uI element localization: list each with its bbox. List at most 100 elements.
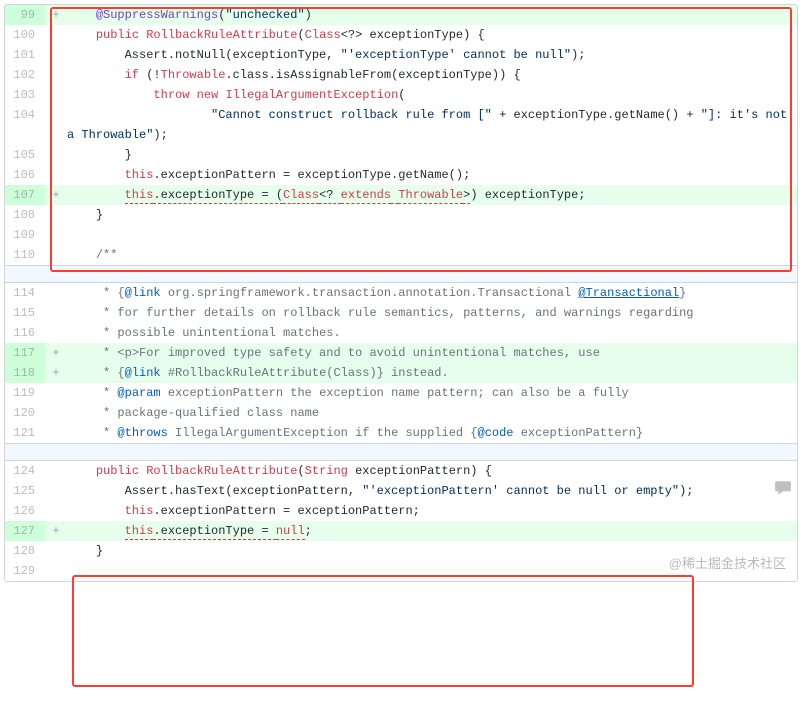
line-code[interactable]: * {@link org.springframework.transaction… [67, 283, 797, 303]
line-code[interactable]: * package-qualified class name [67, 403, 797, 423]
token-string: "Cannot construct rollback rule from [" [211, 108, 492, 122]
diff-marker [45, 65, 67, 85]
token-text: Assert.hasText(exceptionPattern, [125, 484, 363, 498]
token-comment: #RollbackRuleAttribute(Class)} instead. [161, 366, 449, 380]
line-code[interactable]: this.exceptionType = (Class<? extends Th… [67, 185, 797, 205]
line-number[interactable]: 127 [5, 521, 45, 541]
line-number[interactable]: 100 [5, 25, 45, 45]
line-number[interactable]: 115 [5, 303, 45, 323]
line-code[interactable]: } [67, 205, 797, 225]
token-keyword: this [125, 168, 154, 182]
token-keyword: throw new [153, 88, 218, 102]
line-code[interactable]: public RollbackRuleAttribute(Class<?> ex… [67, 25, 797, 45]
line-number[interactable]: 108 [5, 205, 45, 225]
line-code[interactable]: this.exceptionPattern = exceptionType.ge… [67, 165, 797, 185]
line-code[interactable]: } [67, 145, 797, 165]
diff-marker [45, 561, 67, 581]
line-number[interactable] [5, 125, 45, 145]
token-doclink: @link [125, 366, 161, 380]
token-text: <?> exceptionType) { [341, 28, 485, 42]
comment-icon[interactable] [774, 479, 792, 497]
line-number[interactable]: 102 [5, 65, 45, 85]
line-code[interactable]: Assert.hasText(exceptionPattern, "'excep… [67, 481, 797, 501]
token-text: ) [305, 8, 312, 22]
line-code[interactable]: @SuppressWarnings("unchecked") [67, 5, 797, 25]
diff-marker [45, 145, 67, 165]
code-line: 103 throw new IllegalArgumentException( [5, 85, 797, 105]
line-code[interactable]: public RollbackRuleAttribute(String exce… [67, 461, 797, 481]
line-code[interactable]: * @param exceptionPattern the exception … [67, 383, 797, 403]
line-number[interactable]: 124 [5, 461, 45, 481]
line-number[interactable]: 125 [5, 481, 45, 501]
line-code[interactable]: if (!Throwable.class.isAssignableFrom(ex… [67, 65, 797, 85]
diff-marker [45, 283, 67, 303]
diff-marker [45, 403, 67, 423]
line-code[interactable]: * @throws IllegalArgumentException if th… [67, 423, 797, 443]
line-number[interactable]: 121 [5, 423, 45, 443]
line-code[interactable]: * possible unintentional matches. [67, 323, 797, 343]
line-number[interactable]: 116 [5, 323, 45, 343]
line-number[interactable]: 107 [5, 185, 45, 205]
diff-marker [45, 105, 67, 125]
line-code[interactable]: "Cannot construct rollback rule from [" … [67, 105, 797, 125]
token-text: Assert.notNull(exceptionType, [125, 48, 341, 62]
line-number[interactable]: 106 [5, 165, 45, 185]
line-code[interactable] [67, 225, 797, 245]
diff-marker [45, 501, 67, 521]
diff-marker: + [45, 343, 67, 363]
token-keyword: null [276, 524, 305, 540]
token-doclink: @link [125, 286, 161, 300]
token-comment: * [96, 386, 118, 400]
diff-marker [45, 205, 67, 225]
code-line: 116 * possible unintentional matches. [5, 323, 797, 343]
hunk-gap[interactable] [5, 265, 797, 283]
token-text: } [125, 148, 132, 162]
line-number[interactable]: 103 [5, 85, 45, 105]
line-number[interactable]: 128 [5, 541, 45, 561]
line-code[interactable]: Assert.notNull(exceptionType, "'exceptio… [67, 45, 797, 65]
token-doclink: @throws [117, 426, 167, 440]
token-text: .exceptionPattern = exceptionType.getNam… [153, 168, 470, 182]
code-line: 104 "Cannot construct rollback rule from… [5, 105, 797, 125]
line-code[interactable]: throw new IllegalArgumentException( [67, 85, 797, 105]
token-annotation: @SuppressWarnings [96, 8, 218, 22]
line-code[interactable]: * <p>For improved type safety and to avo… [67, 343, 797, 363]
line-number[interactable]: 114 [5, 283, 45, 303]
token-comment: exceptionPattern} [514, 426, 644, 440]
line-number[interactable]: 118 [5, 363, 45, 383]
code-line: 117+ * <p>For improved type safety and t… [5, 343, 797, 363]
line-code[interactable]: a Throwable"); [67, 125, 797, 145]
line-code[interactable]: /** [67, 245, 797, 265]
code-block-1: 99+ @SuppressWarnings("unchecked")100 pu… [5, 5, 797, 265]
highlight-box [72, 575, 694, 687]
diff-marker [45, 383, 67, 403]
token-type: RollbackRuleAttribute [146, 464, 297, 478]
code-line: 108 } [5, 205, 797, 225]
line-number[interactable]: 126 [5, 501, 45, 521]
line-code[interactable]: this.exceptionPattern = exceptionPattern… [67, 501, 797, 521]
line-number[interactable]: 109 [5, 225, 45, 245]
line-code[interactable]: * for further details on rollback rule s… [67, 303, 797, 323]
token-text: .class.isAssignableFrom(exceptionType)) … [225, 68, 520, 82]
line-number[interactable]: 101 [5, 45, 45, 65]
hunk-gap[interactable] [5, 443, 797, 461]
line-number[interactable]: 119 [5, 383, 45, 403]
line-number[interactable]: 104 [5, 105, 45, 125]
code-line: 119 * @param exceptionPattern the except… [5, 383, 797, 403]
line-number[interactable]: 120 [5, 403, 45, 423]
line-code[interactable]: * {@link #RollbackRuleAttribute(Class)} … [67, 363, 797, 383]
line-number[interactable]: 110 [5, 245, 45, 265]
line-code[interactable]: this.exceptionType = null; [67, 521, 797, 541]
diff-marker [45, 165, 67, 185]
token-keyword: if [125, 68, 139, 82]
line-number[interactable]: 99 [5, 5, 45, 25]
token-string: "]: it's not [701, 108, 787, 122]
code-block-3: 124 public RollbackRuleAttribute(String … [5, 461, 797, 581]
line-number[interactable]: 117 [5, 343, 45, 363]
token-comment: * possible unintentional matches. [96, 326, 341, 340]
line-number[interactable]: 105 [5, 145, 45, 165]
token-type: Class [305, 28, 341, 42]
line-code[interactable] [67, 561, 797, 581]
line-code[interactable]: } [67, 541, 797, 561]
line-number[interactable]: 129 [5, 561, 45, 581]
